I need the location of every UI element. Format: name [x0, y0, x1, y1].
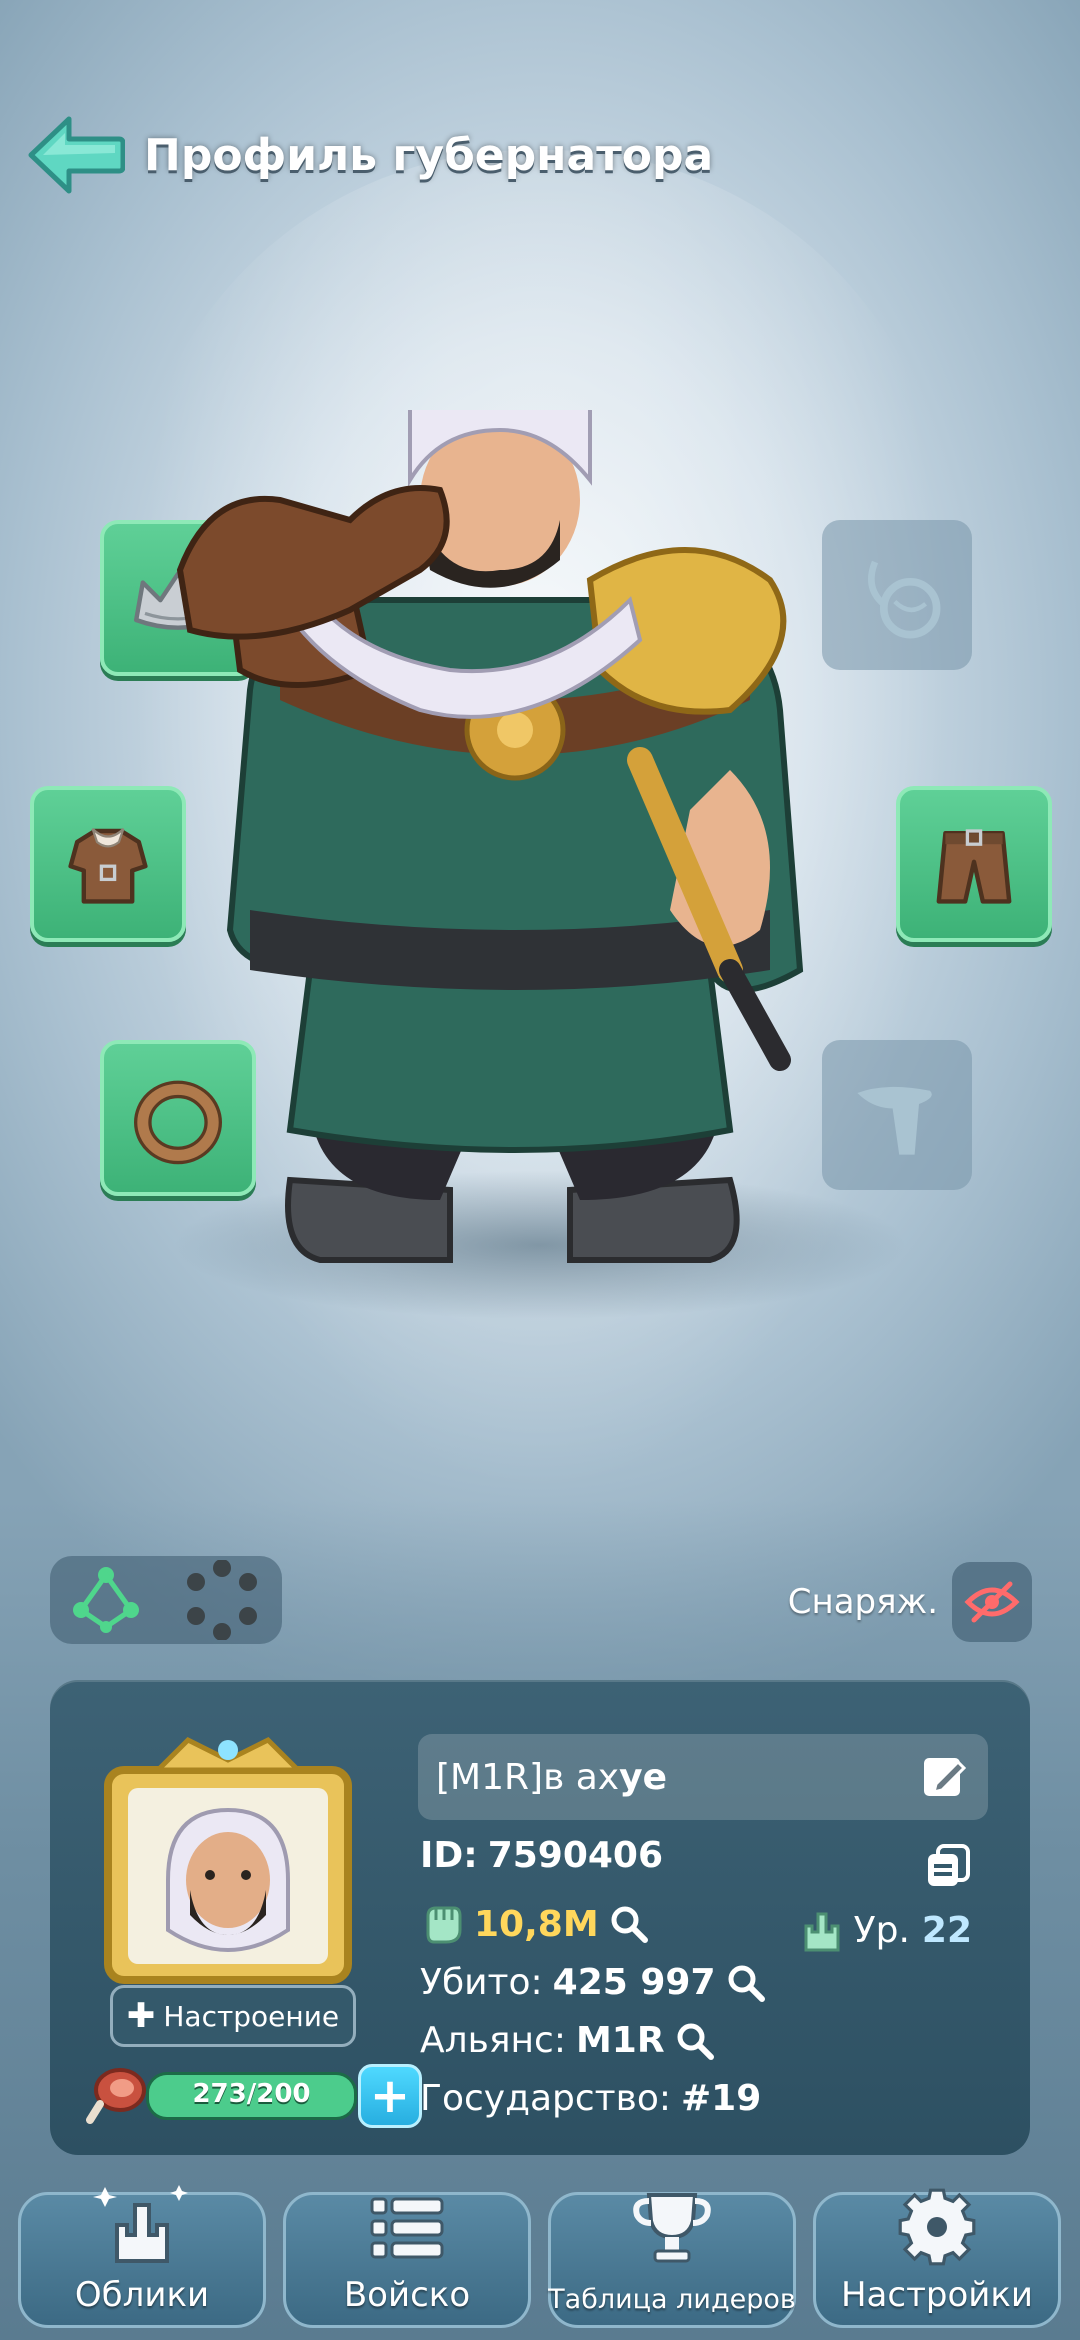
- gear-icon: [898, 2188, 976, 2266]
- ring-view-icon[interactable]: [182, 1560, 262, 1640]
- list-icon: [370, 2197, 444, 2259]
- slot-armor[interactable]: [30, 786, 186, 942]
- back-arrow-icon: [28, 116, 125, 194]
- alliance-value: M1R: [575, 2020, 665, 2061]
- kingdom-label: Государство:: [420, 2078, 672, 2119]
- equipment-visibility: Снаряж.: [788, 1562, 1032, 1642]
- nav-skins[interactable]: Облики: [18, 2185, 266, 2328]
- eye-crossed-icon: [964, 1581, 1020, 1623]
- copy-icon[interactable]: [924, 1842, 972, 1890]
- page-title: Профиль губернатора: [144, 129, 714, 181]
- level-value: 22: [921, 1909, 972, 1951]
- slot-pants[interactable]: [896, 786, 1052, 942]
- kingdom-row: Государство: #19: [420, 2078, 761, 2119]
- id-row: ID: 7590406: [420, 1835, 663, 1876]
- avatar[interactable]: [98, 1730, 358, 1985]
- power-value: 10,8M: [474, 1903, 599, 1945]
- network-view-icon[interactable]: [71, 1565, 141, 1635]
- bottom-nav: Облики Войско Таблица лидеров Настройки: [0, 2185, 1080, 2330]
- search-icon[interactable]: [726, 1963, 766, 2003]
- search-icon[interactable]: [675, 2021, 715, 2061]
- stamina-bar: 273/200 +: [86, 2058, 446, 2128]
- name-part: в ах: [543, 1756, 620, 1798]
- chest-armor-icon: [68, 828, 148, 904]
- nav-army-label: Войско: [343, 2275, 471, 2315]
- alliance-label: Альянс:: [420, 2020, 566, 2061]
- castle-icon: [804, 1912, 840, 1952]
- power-row: 10,8M: [420, 1902, 649, 1946]
- castle-skins-icon: [93, 2185, 188, 2263]
- plus-icon: ✚: [126, 1996, 156, 2036]
- governor-name-field[interactable]: [M1R]в ахye: [418, 1734, 988, 1820]
- nav-army[interactable]: Войско: [283, 2192, 531, 2328]
- back-button[interactable]: [20, 110, 130, 200]
- stamina-text: 273/200: [192, 2079, 311, 2109]
- mood-button[interactable]: ✚ Настроение: [110, 1985, 356, 2047]
- view-mode-toggle: [50, 1556, 282, 1644]
- level-label: Ур.: [853, 1909, 910, 1951]
- id-value: 7590406: [487, 1835, 664, 1876]
- nav-settings[interactable]: Настройки: [813, 2188, 1061, 2328]
- city-level: Ур. 22: [802, 1908, 972, 1952]
- id-label: ID:: [420, 1835, 478, 1876]
- add-stamina-button[interactable]: +: [358, 2064, 422, 2128]
- name-part-bold: ye: [619, 1756, 667, 1798]
- equipment-label: Снаряж.: [787, 1582, 938, 1622]
- fist-power-icon: [426, 1906, 462, 1944]
- governor-name: [M1R]в ахye: [436, 1757, 667, 1798]
- mood-label: Настроение: [163, 1999, 340, 2033]
- meat-icon: [86, 2068, 146, 2124]
- hide-equipment-button[interactable]: [952, 1562, 1032, 1642]
- profile-card: ✚ Настроение 273/200 + [M1R]в ахye ID: 75…: [50, 1680, 1030, 2155]
- alliance-row: Альянс: M1R: [420, 2020, 715, 2061]
- edit-icon[interactable]: [920, 1752, 970, 1802]
- kills-row: Убито: 425 997: [420, 1962, 766, 2003]
- alliance-tag: [M1R]: [436, 1756, 544, 1798]
- pants-icon: [936, 829, 1012, 904]
- avatar-portrait: [104, 1736, 352, 1984]
- nav-settings-label: Настройки: [840, 2275, 1033, 2315]
- kingdom-value: #19: [681, 2078, 762, 2119]
- stamina-progress: 273/200: [146, 2072, 357, 2120]
- header: Профиль губернатора: [20, 105, 713, 205]
- trophy-icon: [633, 2193, 711, 2263]
- search-icon[interactable]: [609, 1904, 649, 1944]
- kills-label: Убито:: [420, 1962, 543, 2003]
- nav-skins-label: Облики: [74, 2275, 210, 2315]
- nav-leaderboard[interactable]: Таблица лидеров: [548, 2192, 796, 2328]
- governor-character: [176, 410, 804, 1263]
- kills-value: 425 997: [552, 1962, 716, 2003]
- nav-leaderboard-label: Таблица лидеров: [548, 2284, 796, 2315]
